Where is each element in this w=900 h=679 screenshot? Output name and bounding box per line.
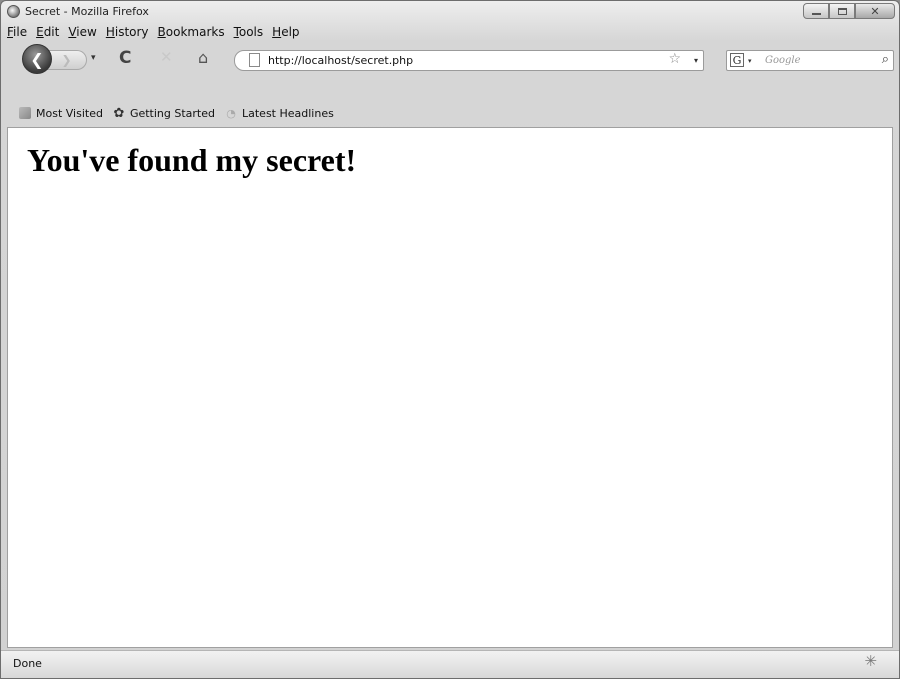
reload-icon[interactable]: C xyxy=(119,50,131,67)
maximize-icon xyxy=(837,7,847,15)
rss-feed-icon: ◔ xyxy=(226,106,236,120)
minimize-button[interactable] xyxy=(803,3,829,19)
navigation-toolbar: ❯ ❮ ▾ C ✕ ⌂ http://localhost/secret.php … xyxy=(1,41,899,77)
page-content: You've found my secret! xyxy=(7,127,893,648)
menu-bookmarks[interactable]: Bookmarks xyxy=(158,25,225,39)
status-text: Done xyxy=(13,657,42,670)
maximize-button[interactable] xyxy=(829,3,855,19)
window-title: Secret - Mozilla Firefox xyxy=(25,5,149,18)
most-visited-icon xyxy=(19,107,31,119)
forward-button[interactable]: ❯ xyxy=(47,50,87,70)
getting-started-icon: ✿ xyxy=(113,105,125,121)
page-icon xyxy=(249,53,260,67)
search-input[interactable]: Google xyxy=(765,55,801,66)
menu-tools[interactable]: Tools xyxy=(234,25,264,39)
minimize-icon xyxy=(811,12,821,15)
menu-history[interactable]: History xyxy=(106,25,149,39)
search-bar[interactable]: G ▾ Google ⌕ xyxy=(726,50,894,71)
browser-window: Secret - Mozilla Firefox ✕ File Edit Vie… xyxy=(0,0,900,679)
title-bar: Secret - Mozilla Firefox ✕ xyxy=(1,1,899,23)
forward-arrow-icon: ❯ xyxy=(61,53,72,67)
firefox-app-icon xyxy=(7,5,20,18)
bookmark-label: Latest Headlines xyxy=(242,106,334,120)
back-arrow-icon: ❮ xyxy=(30,49,44,69)
url-text[interactable]: http://localhost/secret.php xyxy=(268,54,413,67)
search-icon[interactable]: ⌕ xyxy=(882,53,889,66)
url-dropdown-icon[interactable]: ▾ xyxy=(694,56,698,65)
bookmark-star-icon[interactable]: ☆ xyxy=(668,52,681,66)
menu-view[interactable]: View xyxy=(68,25,96,39)
menu-file[interactable]: File xyxy=(7,25,27,39)
close-icon: ✕ xyxy=(870,4,880,18)
window-controls: ✕ xyxy=(803,3,895,20)
search-engine-icon[interactable]: G xyxy=(730,53,744,67)
bookmark-most-visited[interactable]: Most Visited xyxy=(19,107,103,120)
page-heading: You've found my secret! xyxy=(27,142,357,178)
bookmark-label: Getting Started xyxy=(129,106,215,120)
close-button[interactable]: ✕ xyxy=(855,3,895,19)
bookmark-latest-headlines[interactable]: ◔ Latest Headlines xyxy=(225,107,334,120)
bookmark-getting-started[interactable]: ✿ Getting Started xyxy=(113,105,216,121)
menu-edit[interactable]: Edit xyxy=(36,25,59,39)
status-bar: Done ✳ xyxy=(1,650,899,678)
menu-help[interactable]: Help xyxy=(272,25,299,39)
resize-grip-icon[interactable]: ✳ xyxy=(864,654,877,669)
home-icon[interactable]: ⌂ xyxy=(198,50,208,66)
history-dropdown-icon[interactable]: ▾ xyxy=(91,53,96,63)
back-button[interactable]: ❮ xyxy=(22,44,52,74)
menu-bar: File Edit View History Bookmarks Tools H… xyxy=(1,23,899,41)
search-engine-dropdown-icon[interactable]: ▾ xyxy=(748,57,752,65)
stop-icon[interactable]: ✕ xyxy=(160,50,173,65)
bookmark-label: Most Visited xyxy=(36,106,103,120)
bookmarks-toolbar: Most Visited ✿ Getting Started ◔ Latest … xyxy=(1,101,899,125)
url-bar[interactable]: http://localhost/secret.php ☆ ▾ xyxy=(234,50,704,71)
